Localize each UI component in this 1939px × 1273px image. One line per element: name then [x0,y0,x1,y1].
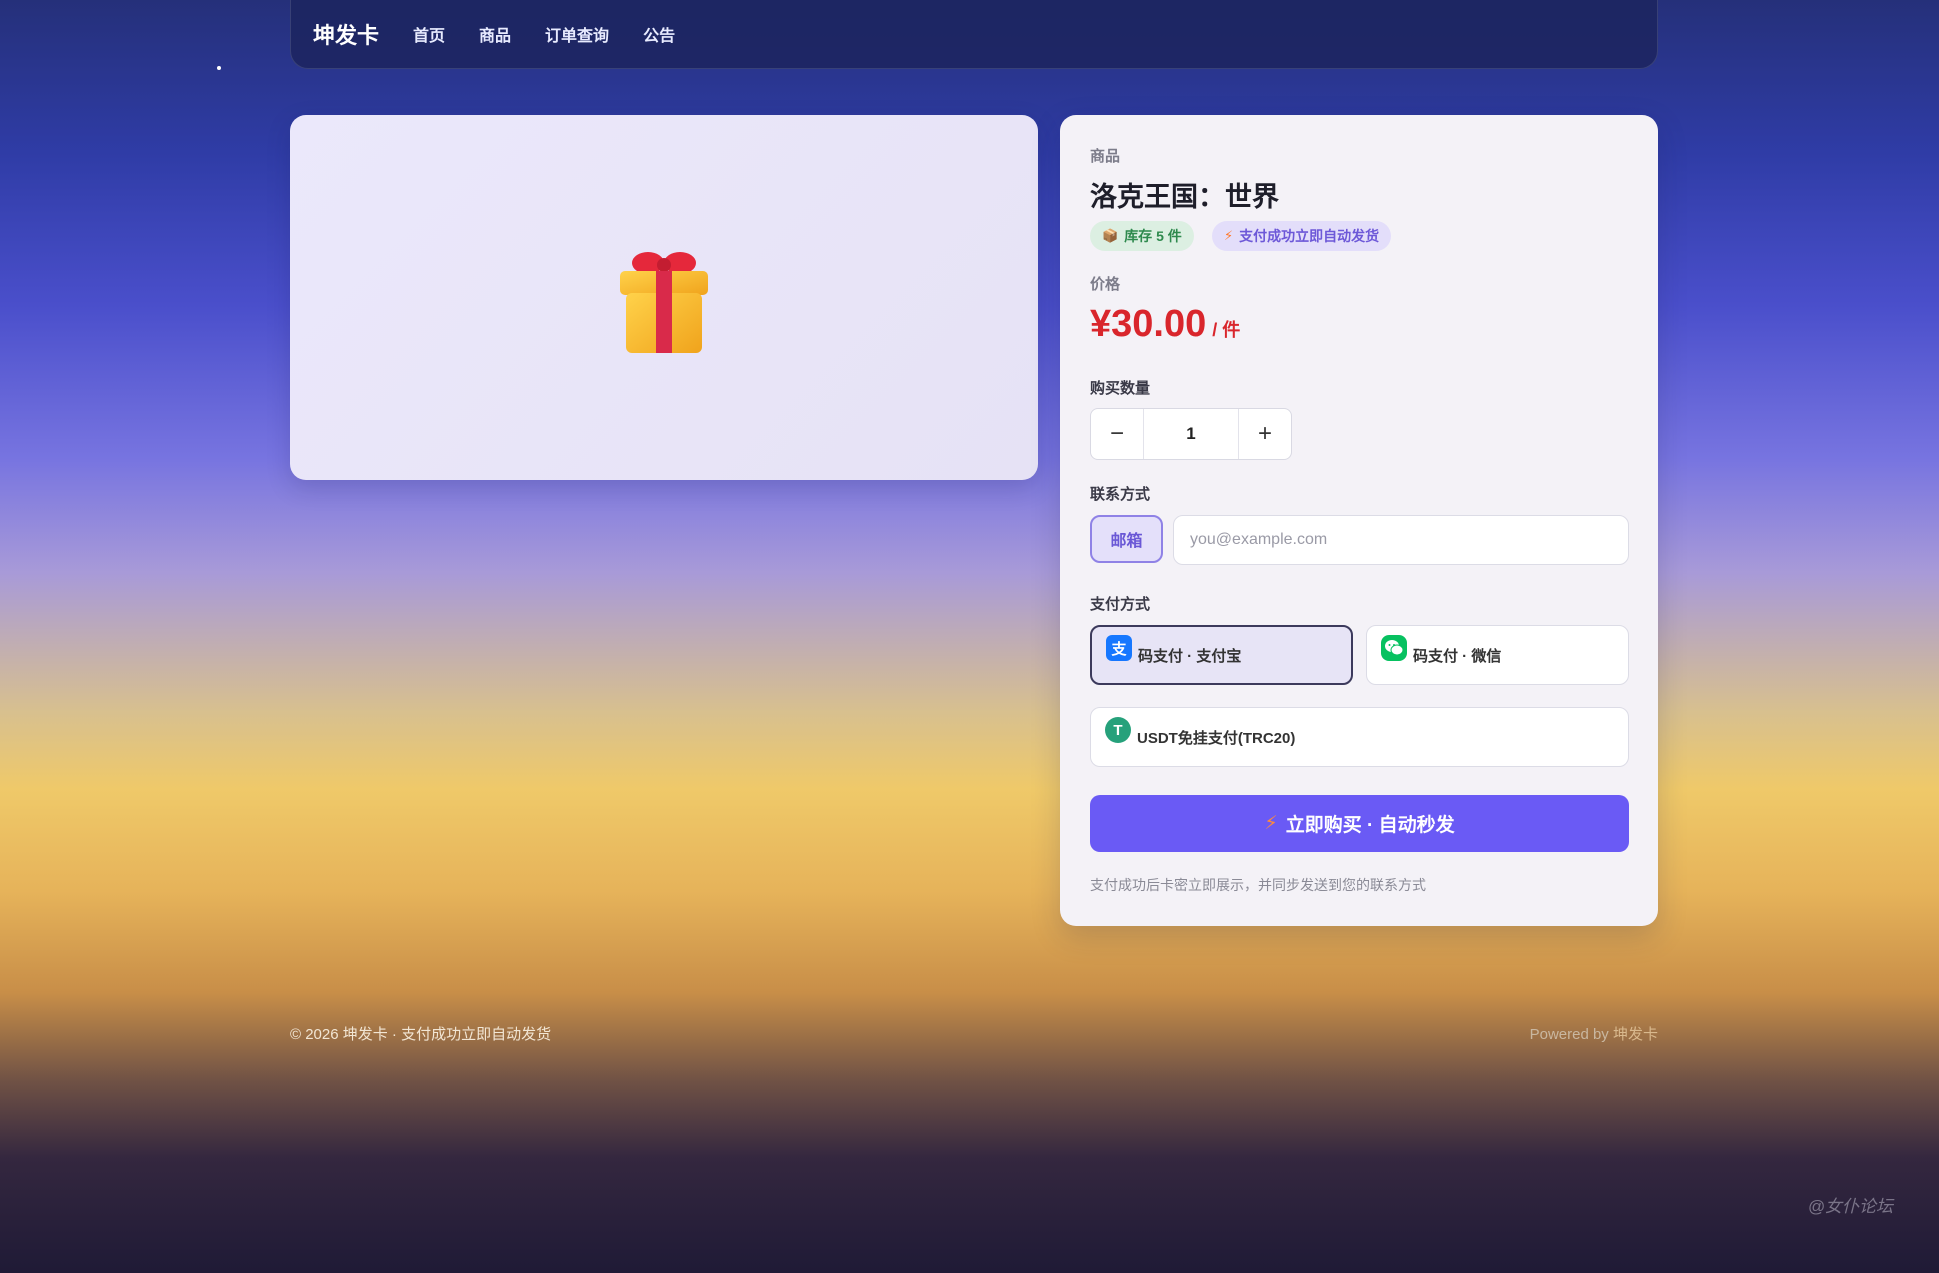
lightning-icon: ⚡ [1224,228,1234,243]
lightning-icon: ⚡ [1264,813,1278,834]
auto-delivery-badge-text: 支付成功立即自动发货 [1239,228,1380,244]
nav-link-order-query[interactable]: 订单查询 [545,22,609,46]
alipay-icon: 支 [1106,635,1132,661]
delivery-note: 支付成功后卡密立即展示，并同步发送到您的联系方式 [1090,877,1426,893]
payment-option-alipay[interactable]: 支 码支付 · 支付宝 [1090,625,1353,685]
product-section-label: 商品 [1090,148,1121,165]
footer-copyright: © 2026 坤发卡 · 支付成功立即自动发货 [290,1026,552,1043]
usdt-icon: T [1105,717,1131,743]
stock-badge: 📦 库存 5 件 [1090,221,1194,251]
background-star [217,66,221,70]
purchase-panel: 商品 洛克王国：世界 📦 库存 5 件 ⚡ 支付成功立即自动发货 价格 ¥30.… [1060,115,1658,926]
price-amount: ¥30.00 [1090,303,1207,345]
email-field[interactable] [1173,515,1629,565]
powered-by-prefix: Powered by [1529,1026,1613,1043]
product-title: 洛克王国：世界 [1090,182,1279,212]
footer-powered-by: Powered by 坤发卡 [1530,1023,1658,1044]
watermark: @女仆论坛 [1807,1197,1893,1216]
wechat-icon [1381,635,1407,661]
nav-link-home[interactable]: 首页 [413,22,445,46]
price-label: 价格 [1090,276,1121,293]
payment-option-wechat[interactable]: 码支付 · 微信 [1366,625,1629,685]
gift-icon [620,252,708,353]
payment-option-label: USDT免挂支付(TRC20) [1137,729,1296,747]
payment-option-label: 码支付 · 支付宝 [1138,647,1242,665]
quantity-label: 购买数量 [1090,380,1151,397]
quantity-input[interactable]: 1 [1143,409,1239,459]
buy-now-button-label: 立即购买 · 自动秒发 [1285,815,1455,836]
buy-now-button[interactable]: ⚡ 立即购买 · 自动秒发 [1090,795,1629,852]
price-value: ¥30.00/ 件 [1090,303,1240,346]
stock-badge-text: 库存 5 件 [1124,228,1182,244]
nav-link-products[interactable]: 商品 [479,22,511,46]
powered-by-brand-link[interactable]: 坤发卡 [1613,1026,1658,1043]
product-image-card [290,115,1038,480]
contact-type-email-tab[interactable]: 邮箱 [1090,515,1163,563]
quantity-decrease-button[interactable]: − [1091,409,1143,459]
auto-delivery-badge: ⚡ 支付成功立即自动发货 [1212,221,1392,251]
price-unit: / 件 [1212,320,1241,340]
top-nav: 坤发卡 首页 商品 订单查询 公告 [290,0,1658,69]
quantity-increase-button[interactable]: + [1239,409,1291,459]
payment-option-usdt[interactable]: T USDT免挂支付(TRC20) [1090,707,1629,767]
payment-method-label: 支付方式 [1090,596,1151,613]
nav-link-announcements[interactable]: 公告 [643,22,675,46]
brand-logo-text[interactable]: 坤发卡 [313,18,379,50]
quantity-stepper: − 1 + [1090,408,1292,460]
contact-label: 联系方式 [1090,486,1151,503]
payment-option-label: 码支付 · 微信 [1413,647,1502,665]
box-icon: 📦 [1102,228,1119,243]
